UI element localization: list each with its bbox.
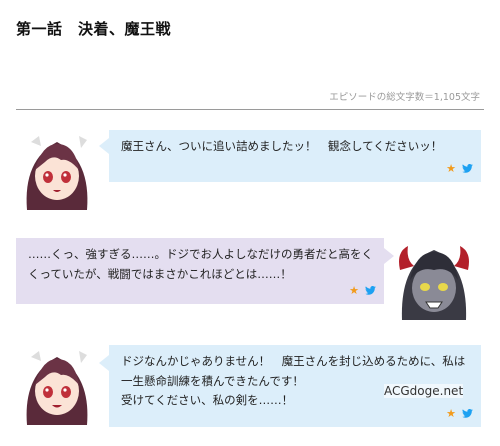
dialogue-text: ……くっ、強すぎる……。ドジでお人よしなだけの勇者だと高をく くっていたが、戦闘…	[28, 247, 373, 281]
watermark: ACGdoge.net	[384, 384, 464, 398]
twitter-bird-icon[interactable]	[462, 408, 473, 418]
character-count: エピソードの総文字数＝1,105文字	[329, 92, 480, 103]
bubble-tail	[99, 138, 109, 154]
dialogue-text: ドジなんかじゃありません！ 魔王さんを封じ込めるために、私は 一生懸命訓練を積ん…	[121, 354, 466, 407]
avatar-hero-girl	[17, 345, 97, 425]
star-icon[interactable]: ★	[446, 159, 456, 179]
star-icon[interactable]: ★	[446, 404, 456, 424]
bubble-tail	[99, 355, 109, 371]
dialogue-bubble-1: 魔王さん、ついに追い詰めましたッ！ 観念してくださいッ！ ★	[109, 130, 481, 182]
avatar-hero-girl	[17, 130, 97, 210]
twitter-bird-icon[interactable]	[365, 285, 376, 295]
avatar-demon-king	[394, 240, 474, 320]
star-icon[interactable]: ★	[349, 281, 359, 301]
divider	[16, 109, 484, 110]
dialogue-text: 魔王さん、ついに追い詰めましたッ！ 観念してくださいッ！	[121, 139, 443, 153]
bubble-tail	[384, 248, 394, 264]
dialogue-bubble-2: ……くっ、強すぎる……。ドジでお人よしなだけの勇者だと高をく くっていたが、戦闘…	[16, 238, 384, 304]
episode-title: 第一話 決着、魔王戦	[16, 20, 172, 38]
twitter-bird-icon[interactable]	[462, 163, 473, 173]
